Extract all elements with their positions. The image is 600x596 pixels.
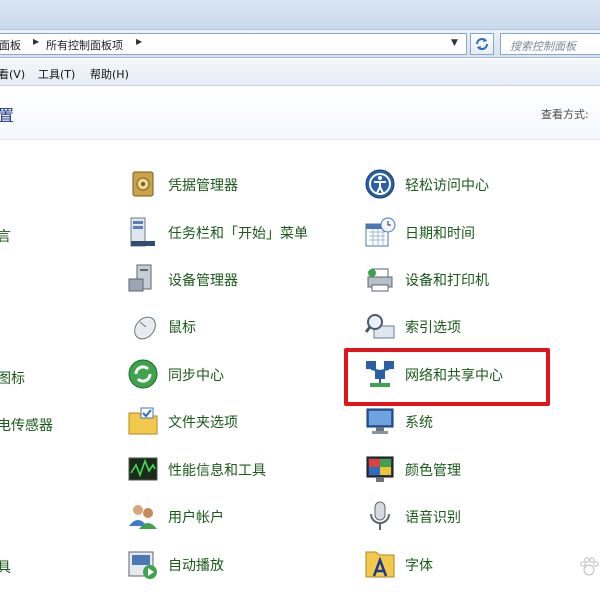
menu-view[interactable]: 看(V) bbox=[0, 66, 25, 82]
view-by-label: 查看方式: bbox=[541, 108, 589, 121]
device-manager-icon bbox=[128, 264, 152, 292]
paw-watermark-icon bbox=[580, 557, 599, 576]
control-item-label: 索引选项 bbox=[405, 320, 461, 336]
left-item-tools[interactable]: 具 bbox=[0, 557, 11, 577]
performance-icon bbox=[128, 457, 158, 481]
refresh-button[interactable] bbox=[470, 33, 494, 55]
control-item-label: 用户帐户 bbox=[168, 510, 224, 526]
fonts-icon bbox=[365, 551, 395, 578]
color-management-icon bbox=[366, 456, 394, 482]
breadcrumb-all-items[interactable]: 所有控制面板项 bbox=[46, 37, 123, 53]
search-input[interactable]: 搜索控制面板 bbox=[500, 33, 600, 55]
refresh-icon bbox=[476, 38, 488, 50]
control-item-label: 设备和打印机 bbox=[405, 273, 489, 289]
menu-tools[interactable]: 工具(T) bbox=[38, 66, 75, 82]
taskbar-icon bbox=[130, 217, 155, 247]
control-item-label: 语音识别 bbox=[405, 510, 461, 526]
breadcrumb-arrow-icon[interactable]: ▶ bbox=[136, 37, 142, 46]
left-item-sensors[interactable]: 电传感器 bbox=[0, 415, 53, 435]
sync-center-icon bbox=[128, 359, 158, 389]
page-title: 置 bbox=[0, 106, 15, 125]
mouse-icon bbox=[134, 316, 156, 340]
control-item-label: 颜色管理 bbox=[405, 463, 461, 479]
control-item-label: 文件夹选项 bbox=[168, 415, 238, 431]
devices-printers-icon bbox=[367, 268, 393, 292]
indexing-options-icon bbox=[364, 314, 395, 339]
page-header: 置 查看方式: bbox=[0, 87, 600, 140]
system-icon bbox=[366, 408, 394, 434]
search-placeholder: 搜索控制面板 bbox=[510, 40, 576, 53]
speech-recognition-icon bbox=[370, 501, 390, 530]
autoplay-icon bbox=[128, 551, 157, 579]
chevron-down-icon[interactable]: ▼ bbox=[451, 38, 458, 48]
date-time-icon bbox=[365, 217, 396, 247]
control-item-label: 凭据管理器 bbox=[168, 178, 238, 194]
folder-options-icon bbox=[128, 407, 158, 435]
control-item-label: 系统 bbox=[405, 415, 433, 431]
ease-of-access-icon bbox=[365, 169, 395, 199]
control-item-label: 日期和时间 bbox=[405, 226, 475, 242]
credential-manager-icon bbox=[132, 171, 154, 197]
control-item-label: 轻松访问中心 bbox=[405, 178, 489, 194]
control-item-label: 自动播放 bbox=[168, 558, 224, 574]
control-item-label: 鼠标 bbox=[168, 320, 196, 336]
menu-help[interactable]: 帮助(H) bbox=[90, 66, 129, 82]
address-row: 面板 ▶ 所有控制面板项 ▶ ▼ 搜索控制面板 bbox=[0, 30, 600, 58]
control-item-label: 同步中心 bbox=[168, 368, 224, 384]
breadcrumb-control-panel[interactable]: 面板 bbox=[0, 37, 21, 53]
control-item-label: 设备管理器 bbox=[168, 273, 238, 289]
control-item-label: 任务栏和「开始」菜单 bbox=[168, 226, 308, 242]
control-item-label: 字体 bbox=[405, 558, 433, 574]
user-accounts-icon bbox=[129, 505, 157, 529]
menu-bar: 看(V) 工具(T) 帮助(H) bbox=[0, 59, 600, 86]
left-item-icons[interactable]: 图标 bbox=[0, 368, 25, 388]
breadcrumb-arrow-icon[interactable]: ▶ bbox=[33, 37, 39, 46]
highlight-box bbox=[344, 348, 550, 406]
title-bar bbox=[0, 0, 600, 30]
address-bar[interactable]: 面板 ▶ 所有控制面板项 ▶ ▼ bbox=[0, 33, 467, 55]
control-item-label: 性能信息和工具 bbox=[168, 463, 266, 479]
left-item-language[interactable]: 言 bbox=[0, 226, 11, 246]
